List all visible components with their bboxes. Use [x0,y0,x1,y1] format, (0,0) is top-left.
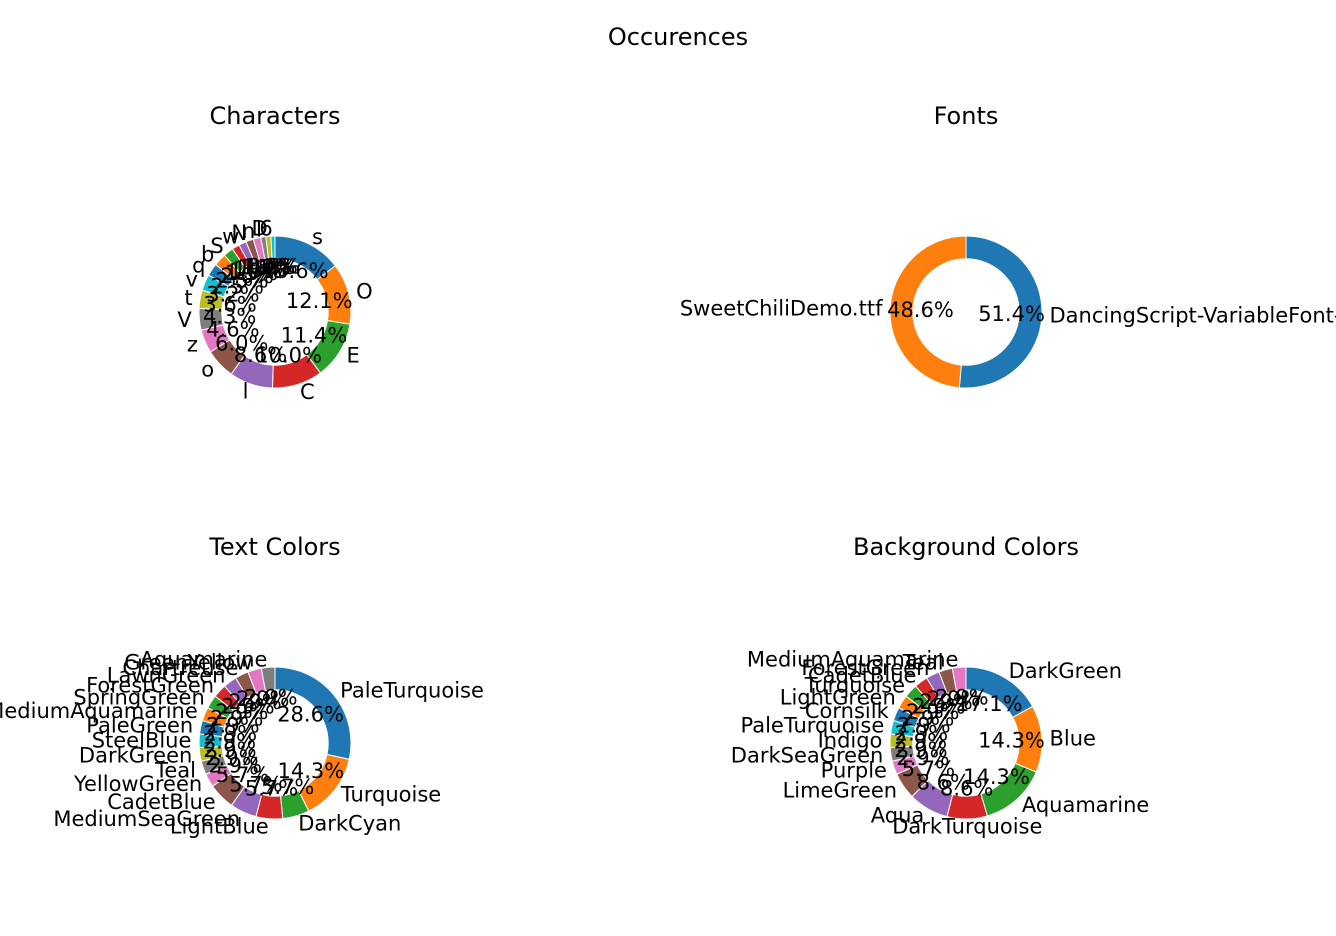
slice-percent-label: 51.4% [978,302,1045,326]
slice-label: E [346,343,359,367]
slice-label: Turquoise [340,783,441,807]
chart-canvas: Occurences Characters s13.6%O12.1%E11.4%… [0,23,1336,839]
text-colors-pie: Text Colors PaleTurquoise28.6%Turquoise1… [0,533,484,838]
slice-percent-label: 2.9% [935,686,988,710]
slice-label: MediumAquamarine [747,648,959,672]
slice-label: 6 [259,216,272,240]
figure: Occurences Characters s 13.6% O 12.1% E 11.4%… [0,0,1336,936]
slice-percent-label: 48.6% [887,298,954,322]
slice-label: V [177,308,192,332]
background-colors-pie: Background Colors DarkGreen17.1%Blue14.3… [731,533,1150,839]
slice-label: s [312,225,323,249]
pie-title: Characters [210,102,341,130]
slice-label: o [201,357,214,381]
fonts-pie: Fonts DancingScript-VariableFont-wght.tt… [680,102,1336,389]
slice-percent-label: 0.8% [247,254,300,278]
slice-label: z [187,332,198,356]
slice-label: SweetChiliDemo.ttf [680,296,883,320]
characters-pie: Characters s13.6%O12.1%E11.4%C10.0%l8.6%… [177,102,372,404]
slice-percent-label: 12.1% [286,289,353,313]
slice-percent-label: 14.3% [978,729,1045,753]
slice-label: O [356,280,373,304]
pie-title: Background Colors [853,533,1079,561]
pie-title: Text Colors [208,533,340,561]
slice-label: Aquamarine [140,648,268,672]
slice-percent-label: 2.9% [244,686,297,710]
pie-title: Fonts [934,102,999,130]
slice-label: PaleTurquoise [340,679,484,703]
slice-label: Blue [1049,726,1095,750]
slice-label: C [300,380,315,404]
slice-label: l [243,379,249,403]
figure-title: Occurences [608,23,748,51]
slice-label: DarkGreen [1009,659,1122,683]
slice-label: DarkCyan [298,811,401,835]
slice-label: Aqua [871,803,925,827]
slice-label: DancingScript-VariableFont-wght.ttf [1050,304,1336,328]
